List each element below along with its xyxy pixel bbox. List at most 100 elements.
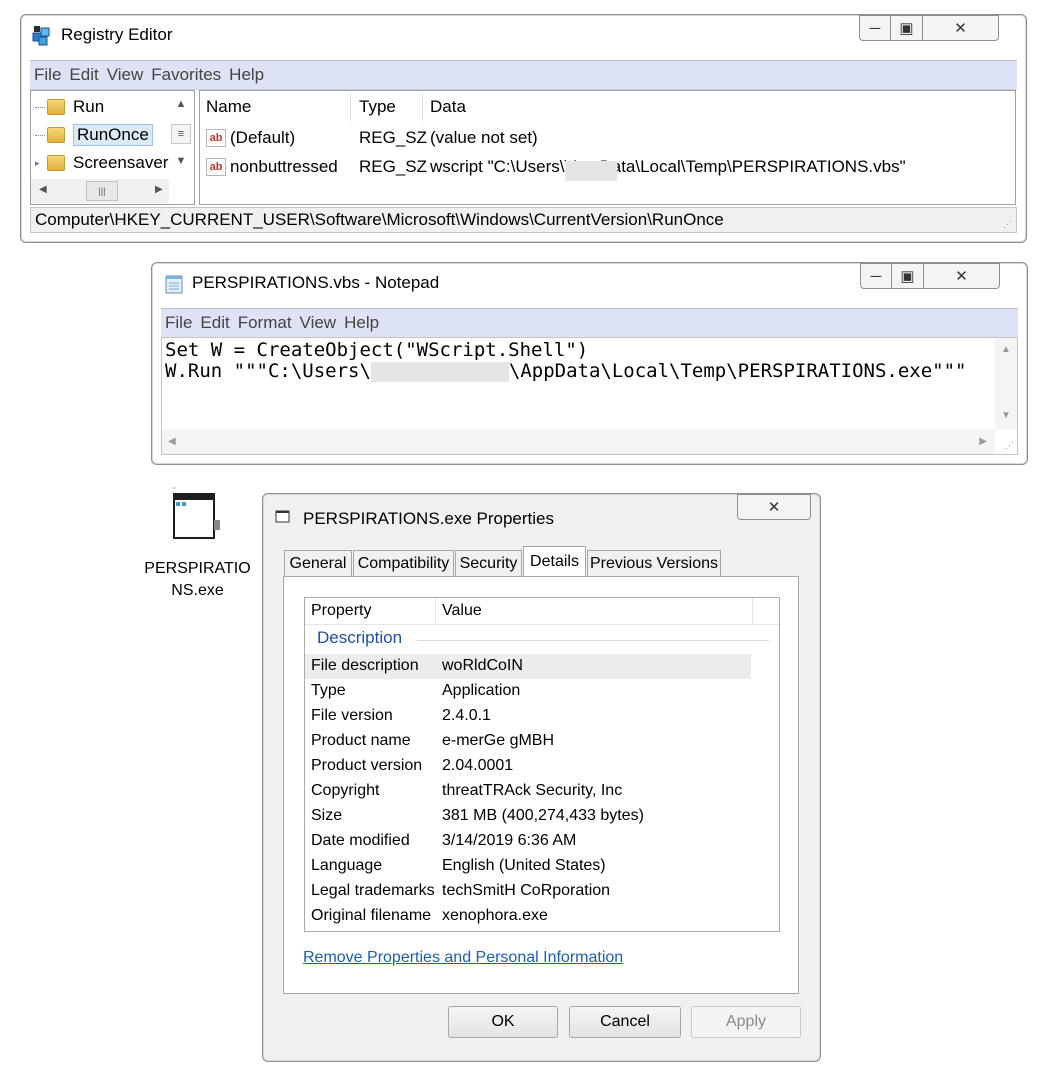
property-key: Legal trademarks xyxy=(311,882,435,899)
notepad-window: PERSPIRATIONS.vbs - Notepad ─ ▣ ✕ File E… xyxy=(151,262,1028,465)
remove-properties-link[interactable]: Remove Properties and Personal Informati… xyxy=(303,949,623,967)
column-header-value[interactable]: Value xyxy=(442,602,482,620)
property-key: File description xyxy=(311,657,419,674)
maximize-icon[interactable]: ▣ xyxy=(892,263,924,289)
scroll-up-arrow-icon[interactable]: ▲ xyxy=(1001,344,1011,355)
redacted-username xyxy=(564,161,617,181)
properties-titlebar[interactable]: PERSPIRATIONS.exe Properties ✕ xyxy=(263,494,820,534)
property-value: xenophora.exe xyxy=(442,907,548,924)
scrollbar-thumb[interactable]: ≡ xyxy=(171,124,191,144)
tab-details[interactable]: Details xyxy=(523,546,586,576)
tab-security[interactable]: Security xyxy=(455,550,522,576)
menu-help[interactable]: Help xyxy=(340,313,383,333)
tab-general[interactable]: General xyxy=(284,550,352,576)
desktop-icon-label-line: PERSPIRATIO xyxy=(144,560,251,577)
value-name: (Default) xyxy=(230,128,296,147)
registry-value-row[interactable]: ab (Default) REG_SZ (value not set) xyxy=(200,124,1015,152)
scroll-down-arrow-icon[interactable]: ▼ xyxy=(171,151,191,171)
registry-value-row[interactable]: ab nonbuttressed REG_SZ wscript "C:\User… xyxy=(200,153,1015,181)
notepad-menubar: File Edit Format View Help xyxy=(161,308,1018,338)
property-row[interactable]: Size 381 MB (400,274,433 bytes) xyxy=(305,804,779,829)
menu-favorites[interactable]: Favorites xyxy=(147,65,225,85)
scroll-left-arrow-icon[interactable]: ◀ xyxy=(39,184,47,195)
regedit-titlebar[interactable]: Registry Editor ─ ▣ ✕ xyxy=(21,15,1026,55)
menu-file[interactable]: File xyxy=(161,313,196,333)
menu-edit[interactable]: Edit xyxy=(65,65,102,85)
close-icon[interactable]: ✕ xyxy=(923,15,999,41)
close-icon[interactable]: ✕ xyxy=(737,494,811,520)
tree-item-screensaver[interactable]: ▸ Screensaver xyxy=(35,150,168,176)
regedit-app-icon xyxy=(31,25,53,47)
property-row[interactable]: Product name e-merGe gMBH xyxy=(305,729,779,754)
tree-item-run[interactable]: Run xyxy=(35,94,104,120)
notepad-vertical-scrollbar[interactable]: ▲ ▼ xyxy=(995,338,1017,430)
scroll-up-arrow-icon[interactable]: ▲ xyxy=(171,94,191,114)
property-row[interactable]: Legal trademarks techSmitH CoRporation xyxy=(305,879,779,904)
property-row[interactable]: Date modified 3/14/2019 6:36 AM xyxy=(305,829,779,854)
property-row[interactable]: Product version 2.04.0001 xyxy=(305,754,779,779)
menu-format[interactable]: Format xyxy=(234,313,296,333)
script-line-2-suffix: \AppData\Local\Temp\PERSPIRATIONS.exe""" xyxy=(508,360,967,382)
property-key: Type xyxy=(311,682,346,699)
section-title: Description xyxy=(317,628,407,647)
maximize-icon[interactable]: ▣ xyxy=(891,15,923,41)
desktop-icon-label: PERSPIRATIO NS.exe xyxy=(140,558,255,602)
property-key: Language xyxy=(311,857,383,874)
property-row[interactable]: File version 2.4.0.1 xyxy=(305,704,779,729)
scroll-right-arrow-icon[interactable]: ▶ xyxy=(155,184,163,195)
column-divider xyxy=(422,93,423,121)
script-line-2-prefix: W.Run """C:\Users\ xyxy=(165,360,371,382)
menu-file[interactable]: File xyxy=(30,65,65,85)
tree-item-runonce[interactable]: RunOnce xyxy=(35,122,153,148)
property-row[interactable]: Type Application xyxy=(305,679,779,704)
scroll-right-arrow-icon[interactable]: ▶ xyxy=(979,436,987,447)
details-tab-panel: Property Value Description File descript… xyxy=(283,576,799,994)
notepad-text-area[interactable]: Set W = CreateObject("WScript.Shell") W.… xyxy=(161,337,1018,455)
apply-button[interactable]: Apply xyxy=(691,1006,801,1038)
property-key: File version xyxy=(311,707,393,724)
scrollbar-thumb[interactable]: ||| xyxy=(86,181,118,201)
column-header-type[interactable]: Type xyxy=(359,97,396,117)
property-row[interactable]: Copyright threatTRAck Security, Inc xyxy=(305,779,779,804)
property-value: 3/14/2019 6:36 AM xyxy=(442,832,577,849)
minimize-icon[interactable]: ─ xyxy=(860,263,892,289)
cancel-button[interactable]: Cancel xyxy=(569,1006,681,1038)
property-value: 2.4.0.1 xyxy=(442,707,491,724)
ok-button[interactable]: OK xyxy=(448,1006,558,1038)
column-header-name[interactable]: Name xyxy=(206,97,251,117)
expand-arrow-icon[interactable]: ▸ xyxy=(35,158,45,169)
redacted-username xyxy=(370,361,509,382)
property-value: English (United States) xyxy=(442,857,606,874)
minimize-icon[interactable]: ─ xyxy=(859,15,891,41)
property-key: Product name xyxy=(311,732,411,749)
resize-grip-icon: ⋰ xyxy=(1005,440,1014,450)
executable-file-icon xyxy=(170,486,230,546)
properties-title: PERSPIRATIONS.exe Properties xyxy=(303,509,554,528)
tab-compatibility[interactable]: Compatibility xyxy=(353,550,454,576)
regedit-window-controls: ─ ▣ ✕ xyxy=(859,15,999,43)
menu-edit[interactable]: Edit xyxy=(196,313,233,333)
notepad-horizontal-scrollbar[interactable]: ◀ ▶ xyxy=(162,430,995,454)
tree-horizontal-scrollbar[interactable]: ◀ ||| ▶ xyxy=(31,179,169,203)
property-key: Size xyxy=(311,807,343,824)
value-type: REG_SZ xyxy=(359,157,428,176)
tab-previous-versions[interactable]: Previous Versions xyxy=(587,550,721,576)
column-header-data[interactable]: Data xyxy=(430,97,466,117)
details-list: Property Value Description File descript… xyxy=(304,597,780,932)
close-icon[interactable]: ✕ xyxy=(924,263,1000,289)
folder-icon xyxy=(47,127,65,143)
menu-help[interactable]: Help xyxy=(225,65,268,85)
property-row[interactable]: Original filename xenophora.exe xyxy=(305,904,779,929)
column-header-property[interactable]: Property xyxy=(311,602,371,620)
scroll-down-arrow-icon[interactable]: ▼ xyxy=(1001,410,1011,421)
scroll-left-arrow-icon[interactable]: ◀ xyxy=(168,436,176,447)
menu-view[interactable]: View xyxy=(103,65,148,85)
menu-view[interactable]: View xyxy=(296,313,341,333)
property-row[interactable]: File description woRldCoIN xyxy=(305,654,751,679)
notepad-titlebar[interactable]: PERSPIRATIONS.vbs - Notepad ─ ▣ ✕ xyxy=(152,263,1027,303)
property-key: Original filename xyxy=(311,907,432,924)
property-value: Application xyxy=(442,682,521,699)
property-key: Product version xyxy=(311,757,423,774)
desktop-file-icon[interactable]: PERSPIRATIO NS.exe xyxy=(140,486,255,606)
property-row[interactable]: Language English (United States) xyxy=(305,854,779,879)
